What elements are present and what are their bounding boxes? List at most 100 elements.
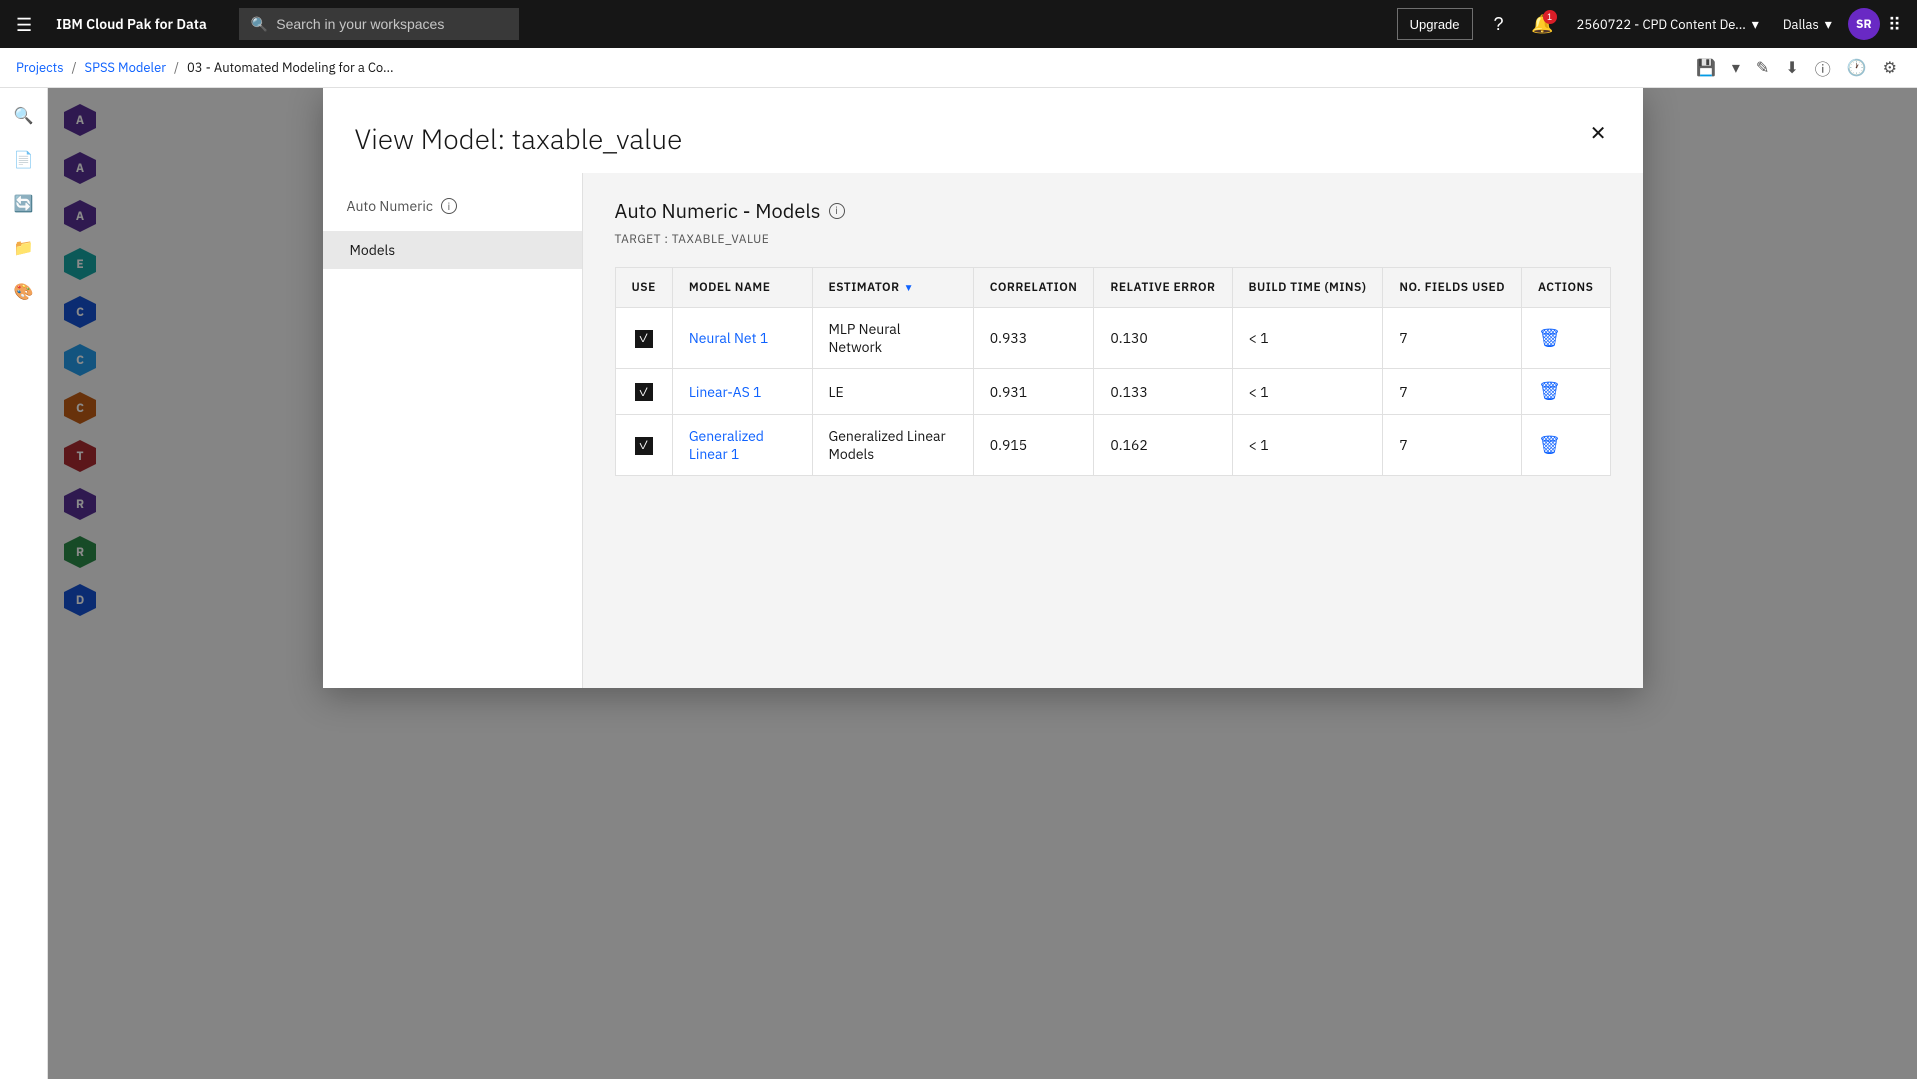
search-input[interactable] bbox=[276, 16, 507, 32]
help-button[interactable]: ? bbox=[1481, 6, 1517, 42]
row-no-fields: 7 bbox=[1383, 369, 1522, 415]
modal-overlay: View Model: taxable_value ✕ Auto Numeric… bbox=[48, 88, 1917, 1079]
menu-icon[interactable]: ☰ bbox=[16, 13, 32, 36]
sidebar-item-models[interactable]: Models bbox=[323, 231, 582, 269]
checkbox[interactable] bbox=[635, 437, 653, 455]
col-header-build-time: BUILD TIME (MINS) bbox=[1232, 268, 1383, 308]
save-icon-button[interactable]: 💾 bbox=[1692, 54, 1720, 82]
row-relative-error: 0.133 bbox=[1094, 369, 1232, 415]
row-checkbox-cell[interactable] bbox=[615, 415, 672, 476]
avatar[interactable]: SR bbox=[1848, 8, 1880, 40]
col-header-estimator[interactable]: ESTIMATOR ▼ bbox=[812, 268, 973, 308]
sidebar-icon-palette[interactable]: 🎨 bbox=[4, 272, 44, 312]
topbar-actions: Upgrade ? 🔔 1 2560722 - CPD Content De..… bbox=[1397, 6, 1901, 42]
notifications-button[interactable]: 🔔 1 bbox=[1525, 6, 1561, 42]
chevron-down-icon: ▾ bbox=[1825, 15, 1832, 33]
row-actions: 🗑 bbox=[1522, 308, 1610, 369]
breadcrumb-spss[interactable]: SPSS Modeler bbox=[85, 59, 166, 76]
table-row: Generalized Linear 1 Generalized Linear … bbox=[615, 415, 1610, 476]
breadcrumb-projects[interactable]: Projects bbox=[16, 59, 64, 76]
account-selector[interactable]: 2560722 - CPD Content De... ▾ bbox=[1569, 15, 1767, 33]
model-section-title: Auto Numeric - Models i bbox=[615, 197, 1611, 224]
row-build-time: < 1 bbox=[1232, 308, 1383, 369]
row-no-fields: 7 bbox=[1383, 415, 1522, 476]
edit-icon-button[interactable]: ✎ bbox=[1752, 54, 1773, 82]
row-estimator: MLP Neural Network bbox=[812, 308, 973, 369]
row-correlation: 0.933 bbox=[973, 308, 1094, 369]
checkbox[interactable] bbox=[635, 383, 653, 401]
modal-header: View Model: taxable_value ✕ bbox=[323, 88, 1643, 173]
chevron-down-icon: ▾ bbox=[1752, 15, 1759, 33]
table-header-row: USE MODEL NAME ESTIMATOR ▼ CORRELATION bbox=[615, 268, 1610, 308]
row-checkbox-cell[interactable] bbox=[615, 308, 672, 369]
main-layout: 🔍 📄 🔄 📁 🎨 A A A E C C bbox=[0, 88, 1917, 1079]
view-model-modal: View Model: taxable_value ✕ Auto Numeric… bbox=[323, 88, 1643, 688]
history-icon-button[interactable]: 🕐 bbox=[1843, 54, 1871, 82]
target-label: TARGET : TAXABLE_VALUE bbox=[615, 232, 1611, 247]
model-name-link[interactable]: Neural Net 1 bbox=[689, 329, 768, 347]
breadcrumb-sep-1: / bbox=[72, 59, 77, 76]
sidebar: 🔍 📄 🔄 📁 🎨 bbox=[0, 88, 48, 1079]
chevron-down-icon-button[interactable]: ▾ bbox=[1728, 54, 1744, 82]
model-name-link[interactable]: Linear-AS 1 bbox=[689, 383, 762, 401]
search-icon: 🔍 bbox=[251, 15, 268, 33]
upgrade-button[interactable]: Upgrade bbox=[1397, 8, 1473, 40]
row-no-fields: 7 bbox=[1383, 308, 1522, 369]
sidebar-icon-folder[interactable]: 📁 bbox=[4, 228, 44, 268]
breadcrumb-sep-2: / bbox=[174, 59, 179, 76]
account-name: 2560722 - CPD Content De... bbox=[1577, 16, 1746, 33]
row-correlation: 0.915 bbox=[973, 415, 1094, 476]
sort-icon: ▼ bbox=[904, 281, 914, 294]
row-model-name: Neural Net 1 bbox=[672, 308, 812, 369]
row-correlation: 0.931 bbox=[973, 369, 1094, 415]
modal-content: Auto Numeric - Models i TARGET : TAXABLE… bbox=[583, 173, 1643, 688]
modal-close-button[interactable]: ✕ bbox=[1586, 120, 1611, 148]
col-header-relative-error: RELATIVE ERROR bbox=[1094, 268, 1232, 308]
info-icon-button[interactable]: ⓘ bbox=[1811, 52, 1835, 84]
delete-model-button[interactable]: 🗑 bbox=[1538, 381, 1561, 402]
section-info-icon[interactable]: i bbox=[441, 198, 457, 214]
modal-sidebar-section-title: Auto Numeric i bbox=[323, 197, 582, 231]
help-icon: ? bbox=[1494, 14, 1504, 35]
sidebar-icon-refresh[interactable]: 🔄 bbox=[4, 184, 44, 224]
modal-sidebar: Auto Numeric i Models bbox=[323, 173, 583, 688]
section-content-info-icon[interactable]: i bbox=[829, 203, 845, 219]
col-header-no-fields: NO. FIELDS USED bbox=[1383, 268, 1522, 308]
sidebar-icon-file[interactable]: 📄 bbox=[4, 140, 44, 180]
row-estimator: LE bbox=[812, 369, 973, 415]
search-bar[interactable]: 🔍 bbox=[239, 8, 519, 40]
row-model-name: Generalized Linear 1 bbox=[672, 415, 812, 476]
model-table: USE MODEL NAME ESTIMATOR ▼ CORRELATION bbox=[615, 267, 1611, 476]
breadcrumb-actions: 💾 ▾ ✎ ⬇ ⓘ 🕐 ⚙ bbox=[1692, 52, 1901, 84]
breadcrumb: Projects / SPSS Modeler / 03 - Automated… bbox=[0, 48, 1917, 88]
col-header-correlation: CORRELATION bbox=[973, 268, 1094, 308]
row-estimator: Generalized Linear Models bbox=[812, 415, 973, 476]
modal-body: Auto Numeric i Models Auto Numeric - Mod… bbox=[323, 173, 1643, 688]
breadcrumb-current: 03 - Automated Modeling for a Co... bbox=[187, 59, 394, 76]
row-relative-error: 0.162 bbox=[1094, 415, 1232, 476]
row-model-name: Linear-AS 1 bbox=[672, 369, 812, 415]
region-name: Dallas bbox=[1783, 16, 1819, 33]
notification-badge: 1 bbox=[1543, 10, 1557, 24]
modal-title: View Model: taxable_value bbox=[355, 120, 683, 157]
row-build-time: < 1 bbox=[1232, 369, 1383, 415]
table-row: Neural Net 1 MLP Neural Network 0.933 0.… bbox=[615, 308, 1610, 369]
settings-icon-button[interactable]: ⚙ bbox=[1879, 54, 1901, 82]
row-build-time: < 1 bbox=[1232, 415, 1383, 476]
checkbox[interactable] bbox=[635, 330, 653, 348]
delete-model-button[interactable]: 🗑 bbox=[1538, 435, 1561, 456]
col-header-use: USE bbox=[615, 268, 672, 308]
grid-icon[interactable]: ⠿ bbox=[1888, 13, 1901, 36]
model-name-link[interactable]: Generalized Linear 1 bbox=[689, 427, 764, 463]
table-row: Linear-AS 1 LE 0.931 0.133 < 1 7 🗑 bbox=[615, 369, 1610, 415]
app-logo: IBM Cloud Pak for Data bbox=[56, 15, 207, 33]
row-checkbox-cell[interactable] bbox=[615, 369, 672, 415]
region-selector[interactable]: Dallas ▾ bbox=[1775, 15, 1840, 33]
col-header-model-name: MODEL NAME bbox=[672, 268, 812, 308]
content-area: A A A E C C C T R bbox=[48, 88, 1917, 1079]
col-header-actions: ACTIONS bbox=[1522, 268, 1610, 308]
row-relative-error: 0.130 bbox=[1094, 308, 1232, 369]
download-icon-button[interactable]: ⬇ bbox=[1781, 54, 1802, 82]
delete-model-button[interactable]: 🗑 bbox=[1538, 328, 1561, 349]
sidebar-icon-search[interactable]: 🔍 bbox=[4, 96, 44, 136]
